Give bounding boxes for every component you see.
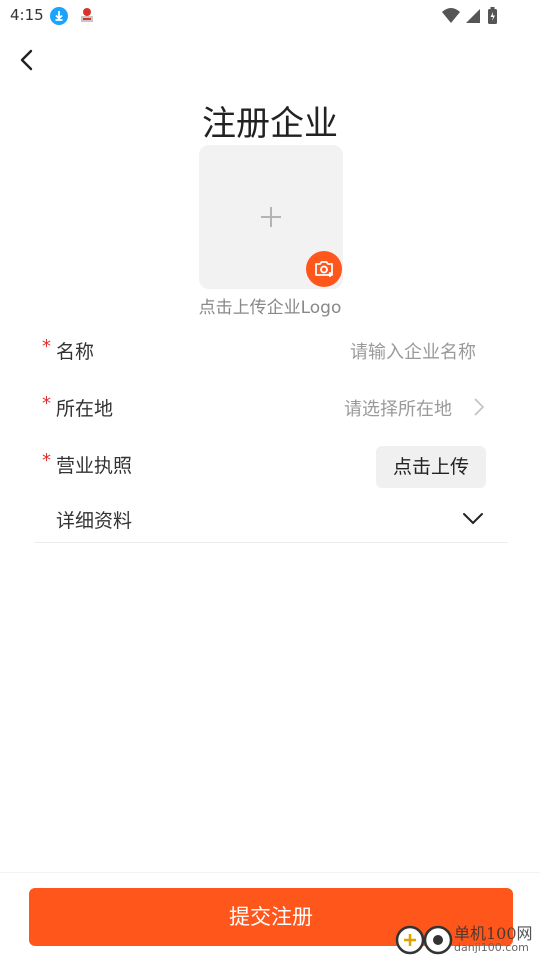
location-row[interactable]: * 所在地 请选择所在地 (40, 387, 490, 427)
back-button[interactable] (16, 48, 40, 72)
chevron-down-icon (463, 513, 483, 525)
divider (34, 542, 508, 543)
download-icon (50, 7, 68, 25)
camera-icon (315, 261, 333, 277)
status-bar: 4:15 (0, 0, 540, 32)
status-indicators (440, 6, 510, 26)
required-marker: * (42, 450, 51, 471)
wifi-icon (442, 8, 460, 23)
name-input[interactable]: 请输入企业名称 (350, 338, 476, 364)
chevron-left-icon (20, 49, 33, 71)
logo-upload-hint: 点击上传企业Logo (198, 298, 342, 318)
status-time: 4:15 (10, 6, 44, 24)
required-marker: * (42, 336, 51, 357)
signal-icon (466, 9, 480, 23)
app-notification-icon (78, 6, 96, 24)
location-select[interactable]: 请选择所在地 (344, 395, 452, 421)
watermark-domain: danji100.com (454, 941, 529, 954)
license-upload-button[interactable]: 点击上传 (376, 446, 486, 488)
details-row[interactable]: 详细资料 (40, 499, 490, 539)
details-label: 详细资料 (56, 510, 133, 532)
chevron-right-icon (474, 398, 485, 416)
license-label: 营业执照 (56, 455, 133, 477)
plus-icon (261, 207, 281, 227)
location-label: 所在地 (56, 398, 114, 420)
required-marker: * (42, 393, 51, 414)
license-row: * 营业执照 点击上传 (40, 444, 490, 490)
camera-upload-button[interactable] (306, 251, 342, 287)
name-label: 名称 (56, 341, 95, 363)
watermark: 单机100网 danji100.com (394, 916, 540, 960)
page-title: 注册企业 (202, 104, 338, 144)
name-row[interactable]: * 名称 请输入企业名称 (40, 330, 490, 370)
watermark-logo-icon (395, 925, 453, 955)
